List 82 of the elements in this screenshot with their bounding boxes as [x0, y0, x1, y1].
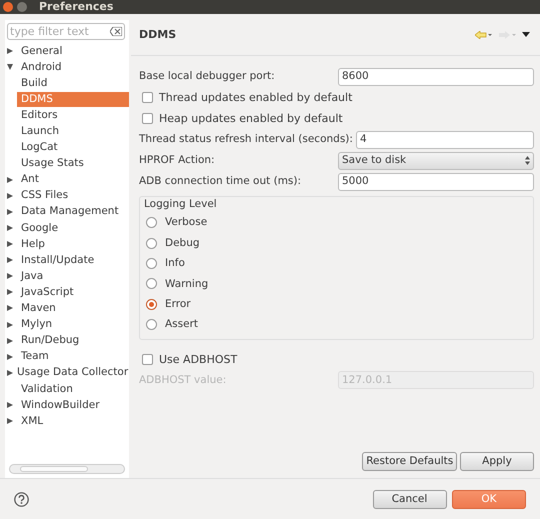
apply-button[interactable]: Apply [460, 452, 534, 471]
collapsed-arrow-icon[interactable] [7, 370, 13, 376]
checkbox-label: Use ADBHOST [159, 352, 238, 366]
input-field[interactable]: 8600 [338, 68, 534, 86]
checkbox-label: Thread updates enabled by default [159, 90, 352, 104]
expanded-arrow-icon[interactable] [7, 64, 13, 70]
group-title: Logging Level [144, 198, 217, 211]
tree-item[interactable]: JavaScript [17, 284, 78, 300]
close-icon[interactable] [3, 2, 13, 12]
checkbox-label: Heap updates enabled by default [159, 112, 343, 126]
radio-label: Error [165, 298, 191, 311]
tree-item[interactable]: LogCat [17, 140, 62, 156]
window-title: Preferences [39, 0, 114, 14]
tree-item[interactable]: CSS Files [17, 188, 72, 204]
collapsed-arrow-icon[interactable] [7, 208, 13, 215]
radio-label: Debug [165, 236, 200, 250]
collapsed-arrow-icon[interactable] [7, 257, 13, 264]
radio-button[interactable] [146, 298, 157, 310]
collapsed-arrow-icon[interactable] [7, 338, 13, 344]
restore-defaults-button[interactable]: Restore Defaults [362, 452, 458, 471]
collapsed-arrow-icon[interactable] [7, 305, 13, 312]
collapsed-arrow-icon[interactable] [7, 176, 13, 183]
tree-item[interactable]: XML [17, 414, 48, 429]
tree-item[interactable]: Google [17, 220, 62, 236]
input-field[interactable]: 5000 [338, 172, 534, 190]
tree-item[interactable]: Maven [17, 301, 60, 316]
tree-item[interactable]: Install/Update [17, 252, 98, 268]
radio-button[interactable] [146, 238, 157, 249]
menu-caret-icon[interactable] [522, 32, 530, 37]
minimize-icon[interactable] [17, 2, 27, 12]
radio-label: Assert [165, 318, 198, 332]
collapsed-arrow-icon[interactable] [7, 402, 13, 408]
dropdown[interactable]: Save to disk [338, 152, 534, 170]
radio-button[interactable] [146, 258, 157, 270]
tree-item[interactable]: Usage Data Collector [13, 365, 132, 380]
clear-icon[interactable] [110, 27, 122, 36]
tree-item[interactable]: WindowBuilder [17, 398, 104, 413]
collapsed-arrow-icon[interactable] [7, 192, 13, 199]
radio-label: Warning [165, 278, 208, 290]
checkbox[interactable] [142, 92, 153, 103]
collapsed-arrow-icon[interactable] [7, 354, 13, 360]
collapsed-arrow-icon[interactable] [7, 241, 13, 248]
updown-arrow-icon [525, 156, 530, 165]
tree-item[interactable]: Validation [17, 382, 77, 397]
tree-item[interactable]: Team [17, 349, 53, 364]
collapsed-arrow-icon[interactable] [7, 289, 13, 296]
field-label: ADB connection time out (ms): [139, 175, 302, 188]
collapsed-arrow-icon[interactable] [7, 48, 13, 54]
tree-item[interactable]: Android [17, 60, 66, 75]
checkbox[interactable] [142, 113, 153, 124]
radio-button[interactable] [146, 278, 157, 290]
help-icon[interactable] [14, 492, 29, 506]
tree-item[interactable]: Mylyn [17, 317, 56, 332]
field-label: Thread status refresh interval (seconds): [139, 133, 353, 146]
collapsed-arrow-icon[interactable] [7, 418, 13, 424]
cancel-button[interactable]: Cancel [372, 490, 446, 508]
filter-field[interactable]: type filter text [7, 23, 125, 40]
radio-button[interactable] [146, 217, 157, 228]
tree-item[interactable]: Editors [17, 108, 62, 123]
tree-item[interactable]: Build [17, 76, 52, 91]
collapsed-arrow-icon[interactable] [7, 322, 13, 328]
radio-button[interactable] [146, 319, 157, 330]
collapsed-arrow-icon[interactable] [7, 224, 13, 231]
tree-item[interactable]: Launch [17, 124, 64, 140]
radio-label: Verbose [165, 216, 208, 230]
scrollbar[interactable] [9, 464, 125, 474]
page-title: DDMS [139, 28, 176, 42]
tree-item[interactable]: Help [17, 236, 49, 252]
tree-item[interactable]: Usage Stats [17, 156, 88, 172]
tree-item[interactable]: Java [17, 268, 48, 284]
radio-label: Info [165, 257, 185, 270]
field-label: ADBHOST value: [139, 374, 228, 387]
field-label: HPROF Action: [139, 154, 216, 167]
input-field[interactable]: 4 [356, 130, 534, 148]
field-label: Base local debugger port: [139, 70, 276, 83]
checkbox[interactable] [142, 354, 153, 365]
tree-item[interactable]: Data Management [17, 204, 123, 220]
tree-item[interactable]: General [17, 44, 66, 59]
tree-item[interactable]: Run/Debug [17, 333, 84, 348]
tree-item[interactable]: Ant [17, 172, 43, 188]
collapsed-arrow-icon[interactable] [7, 273, 13, 280]
back-arrow-icon[interactable] [475, 30, 493, 38]
